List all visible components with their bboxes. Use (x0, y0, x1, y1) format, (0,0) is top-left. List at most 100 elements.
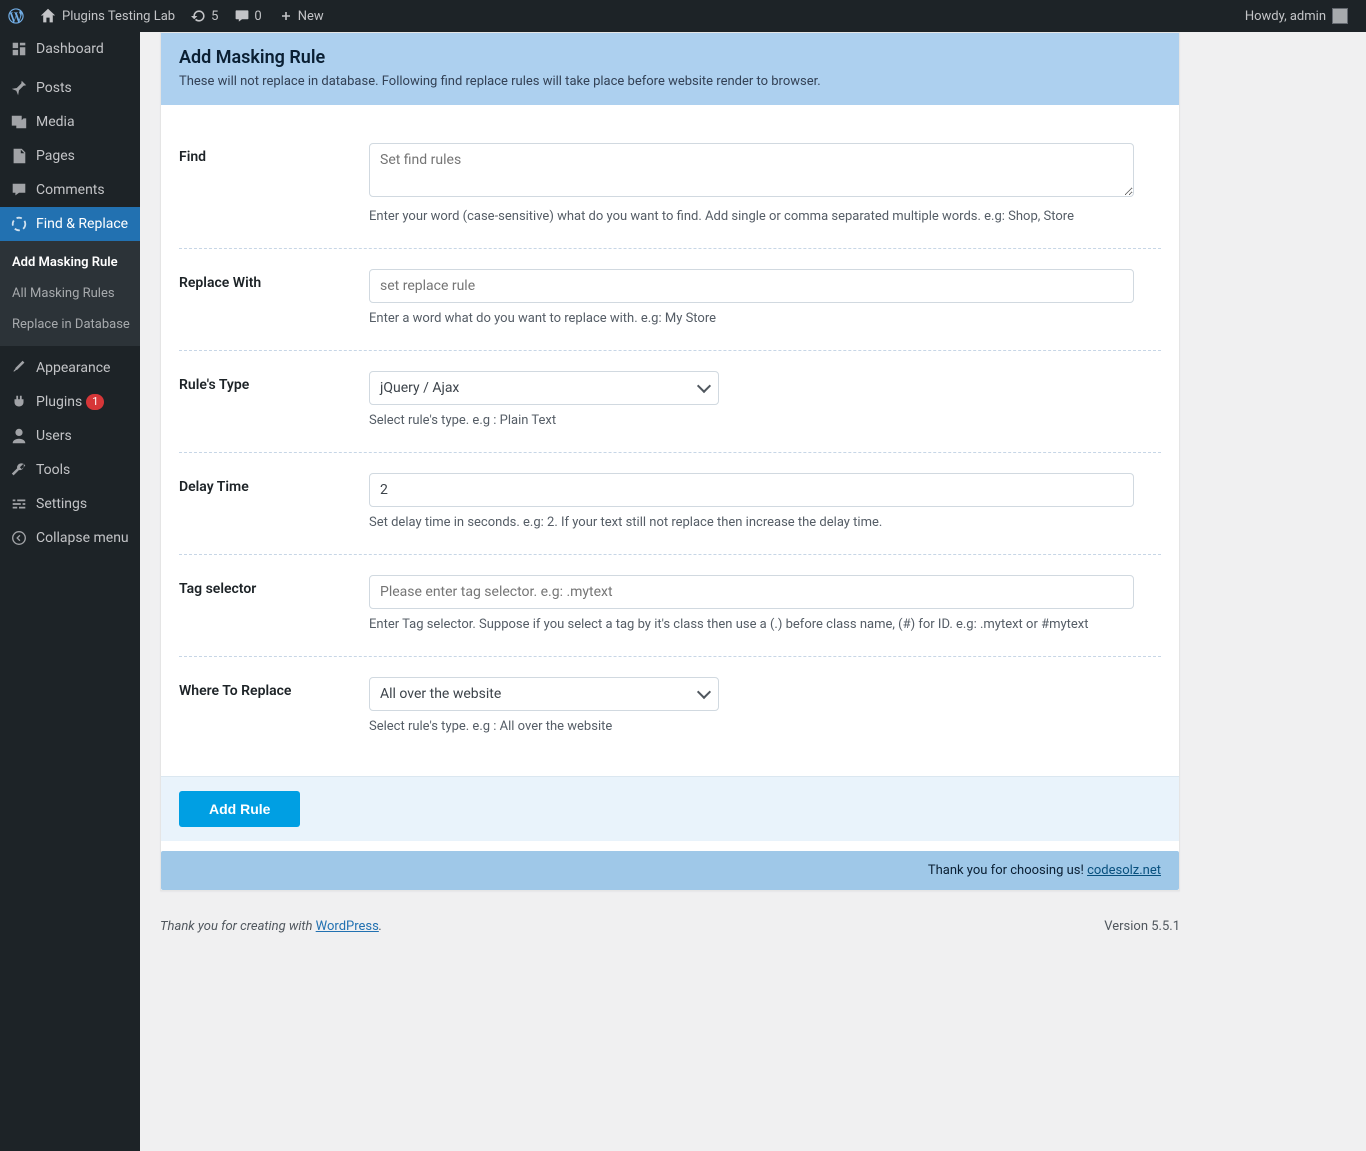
sidebar-sub-add-masking-rule[interactable]: Add Masking Rule (0, 247, 140, 278)
updates-count: 5 (211, 9, 218, 24)
footer-thankyou-text: Thank you for choosing us! (928, 863, 1087, 878)
new-content-link[interactable]: New (270, 0, 332, 32)
sidebar-item-label: Comments (36, 182, 105, 198)
row-where: Where To Replace All over the website Se… (179, 657, 1161, 758)
sidebar-sub-all-masking-rules[interactable]: All Masking Rules (0, 278, 140, 309)
hint-replace: Enter a word what do you want to replace… (369, 311, 1161, 326)
wp-footer: Thank you for creating with WordPress. V… (160, 891, 1180, 944)
hint-delay: Set delay time in seconds. e.g: 2. If yo… (369, 515, 1161, 530)
site-name-text: Plugins Testing Lab (62, 9, 175, 24)
sidebar-item-label: Settings (36, 496, 87, 512)
collapse-icon (10, 529, 28, 547)
row-replace: Replace With Enter a word what do you wa… (179, 249, 1161, 351)
wordpress-link[interactable]: WordPress (316, 919, 379, 934)
sidebar-item-dashboard[interactable]: Dashboard (0, 32, 140, 66)
delay-input[interactable] (369, 473, 1134, 507)
update-icon (191, 8, 207, 24)
wp-footer-period: . (379, 919, 382, 934)
wordpress-icon (8, 8, 24, 24)
sidebar-item-media[interactable]: Media (0, 105, 140, 139)
find-replace-icon (10, 215, 28, 233)
wp-logo[interactable] (0, 0, 32, 32)
where-select[interactable]: All over the website (369, 677, 719, 711)
comment-icon (234, 8, 250, 24)
user-icon (10, 427, 28, 445)
plugin-footer-bar: Thank you for choosing us! codesolz.net (161, 851, 1179, 890)
sidebar-item-collapse[interactable]: Collapse menu (0, 521, 140, 555)
sidebar-item-label: Plugins (36, 394, 82, 410)
sliders-icon (10, 495, 28, 513)
row-find: Find Enter your word (case-sensitive) wh… (179, 123, 1161, 249)
label-delay: Delay Time (179, 473, 369, 530)
sidebar-item-label: Posts (36, 80, 72, 96)
sidebar-item-label: Users (36, 428, 72, 444)
hint-tag: Enter Tag selector. Suppose if you selec… (369, 617, 1161, 632)
type-select[interactable]: jQuery / Ajax (369, 371, 719, 405)
comments-link[interactable]: 0 (226, 0, 269, 32)
label-tag: Tag selector (179, 575, 369, 632)
form-panel: Add Masking Rule These will not replace … (160, 32, 1180, 891)
page-wrap: Add Masking Rule These will not replace … (140, 0, 1200, 944)
home-icon (40, 8, 56, 24)
sidebar-item-tools[interactable]: Tools (0, 453, 140, 487)
hint-type: Select rule's type. e.g : Plain Text (369, 413, 1161, 428)
avatar (1332, 8, 1348, 24)
label-type: Rule's Type (179, 371, 369, 428)
sidebar-item-label: Add Masking Rule (12, 255, 118, 270)
comments-count: 0 (254, 9, 261, 24)
wp-footer-text: Thank you for creating with (160, 919, 316, 934)
sidebar-item-label: Find & Replace (36, 216, 128, 232)
wrench-icon (10, 461, 28, 479)
new-label: New (298, 9, 324, 24)
label-find: Find (179, 143, 369, 224)
sidebar-item-users[interactable]: Users (0, 419, 140, 453)
add-rule-button[interactable]: Add Rule (179, 791, 300, 827)
greeting-text: Howdy, admin (1245, 9, 1326, 24)
hint-find: Enter your word (case-sensitive) what do… (369, 209, 1161, 224)
tag-input[interactable] (369, 575, 1134, 609)
sidebar-submenu: Add Masking Rule All Masking Rules Repla… (0, 241, 140, 346)
wp-version: Version 5.5.1 (1104, 919, 1180, 934)
pages-icon (10, 147, 28, 165)
sidebar-sub-replace-database[interactable]: Replace in Database (0, 309, 140, 340)
sidebar-item-label: Dashboard (36, 41, 104, 57)
updates-link[interactable]: 5 (183, 0, 226, 32)
plugins-update-badge: 1 (86, 394, 104, 410)
sidebar-item-comments[interactable]: Comments (0, 173, 140, 207)
media-icon (10, 113, 28, 131)
sidebar-item-label: Media (36, 114, 75, 130)
sidebar-item-pages[interactable]: Pages (0, 139, 140, 173)
hint-where: Select rule's type. e.g : All over the w… (369, 719, 1161, 734)
pin-icon (10, 79, 28, 97)
sidebar-item-posts[interactable]: Posts (0, 71, 140, 105)
find-input[interactable] (369, 143, 1134, 197)
sidebar-item-appearance[interactable]: Appearance (0, 351, 140, 385)
label-replace: Replace With (179, 269, 369, 326)
adminmenu: Dashboard Posts Media Pages Comments Fin… (0, 32, 140, 1151)
row-tag: Tag selector Enter Tag selector. Suppose… (179, 555, 1161, 657)
sidebar-item-label: Collapse menu (36, 530, 129, 546)
site-name-link[interactable]: Plugins Testing Lab (32, 0, 183, 32)
dashboard-icon (10, 40, 28, 58)
sidebar-item-label: All Masking Rules (12, 286, 115, 301)
row-type: Rule's Type jQuery / Ajax Select rule's … (179, 351, 1161, 453)
sidebar-item-label: Replace in Database (12, 317, 130, 332)
form-body: Find Enter your word (case-sensitive) wh… (161, 105, 1179, 776)
page-subtitle: These will not replace in database. Foll… (179, 74, 1161, 89)
brush-icon (10, 359, 28, 377)
replace-input[interactable] (369, 269, 1134, 303)
adminbar: Plugins Testing Lab 5 0 New Howdy, admin (0, 0, 1366, 32)
sidebar-item-label: Appearance (36, 360, 110, 376)
account-link[interactable]: Howdy, admin (1237, 0, 1356, 32)
label-where: Where To Replace (179, 677, 369, 734)
submit-bar: Add Rule (161, 776, 1179, 841)
sidebar-item-find-replace[interactable]: Find & Replace (0, 207, 140, 241)
sidebar-item-plugins[interactable]: Plugins 1 (0, 385, 140, 419)
comment-icon (10, 181, 28, 199)
codesolz-link[interactable]: codesolz.net (1087, 863, 1161, 878)
sidebar-item-label: Pages (36, 148, 75, 164)
page-title: Add Masking Rule (179, 47, 1161, 68)
row-delay: Delay Time Set delay time in seconds. e.… (179, 453, 1161, 555)
plug-icon (10, 393, 28, 411)
sidebar-item-settings[interactable]: Settings (0, 487, 140, 521)
